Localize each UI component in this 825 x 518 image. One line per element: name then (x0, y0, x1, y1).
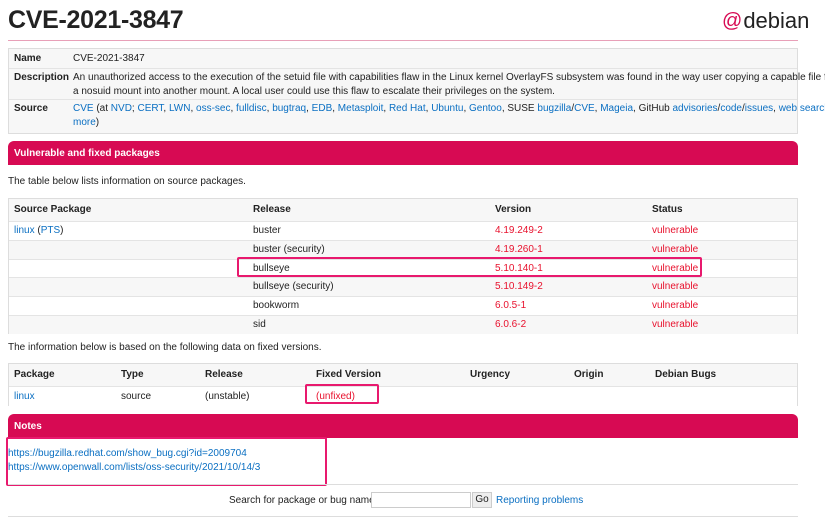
vuln-intro: The table below lists information on sou… (8, 176, 246, 187)
source-link[interactable]: Mageia (600, 103, 633, 114)
package-link[interactable]: linux (14, 388, 35, 406)
description-line-2: a nosuid mount into another mount. A loc… (73, 86, 555, 97)
col-header: Package (14, 369, 55, 380)
package-link[interactable]: linux (14, 225, 35, 236)
table-row: linux (PTS) buster 4.19.249-2 vulnerable (9, 221, 797, 240)
source-link[interactable]: CVE (73, 103, 94, 114)
version-cell: 6.0.5-1 (495, 300, 527, 312)
pts-link[interactable]: PTS (41, 225, 60, 236)
version-cell: 4.19.249-2 (495, 225, 543, 236)
go-button[interactable]: Go (472, 492, 492, 508)
status-cell: vulnerable (652, 319, 699, 330)
table-row: buster (security) 4.19.260-1 vulnerable (9, 239, 797, 259)
source-link[interactable]: Gentoo (469, 103, 502, 114)
release-cell: (unstable) (205, 391, 250, 402)
source-link[interactable]: fulldisc (236, 103, 267, 114)
divider (8, 484, 798, 485)
separator-text: , GitHub (633, 103, 673, 114)
col-header: Type (121, 369, 144, 380)
version-cell: 6.0.6-2 (495, 319, 527, 330)
source-link[interactable]: NVD (111, 103, 132, 114)
description-line-1: An unauthorized access to the execution … (73, 72, 825, 83)
status-cell: vulnerable (652, 281, 699, 293)
more-link[interactable]: more (73, 117, 96, 128)
source-link[interactable]: issues (745, 103, 773, 114)
reporting-problems-link[interactable]: Reporting problems (496, 495, 583, 506)
source-link[interactable]: Ubuntu (431, 103, 463, 114)
table-row: sid 6.0.6-2 vulnerable (9, 315, 797, 334)
debian-swirl-icon: @ (722, 9, 743, 32)
source-link[interactable]: Red Hat (389, 103, 426, 114)
source-link[interactable]: oss-sec (196, 103, 230, 114)
table-row: bookworm 6.0.5-1 vulnerable (9, 296, 797, 316)
table-row: bullseye (security) 5.10.149-2 vulnerable (9, 277, 797, 297)
search-input[interactable] (371, 492, 471, 508)
highlight-box (305, 384, 379, 404)
release-cell: bullseye (security) (253, 281, 334, 293)
fixed-intro: The information below is based on the fo… (8, 342, 322, 353)
source-link[interactable]: bugtraq (272, 103, 306, 114)
source-link[interactable]: CVE (574, 103, 595, 114)
col-header: Status (652, 204, 683, 215)
divider (8, 516, 798, 517)
col-header: Debian Bugs (655, 369, 717, 380)
release-cell: bookworm (253, 300, 300, 312)
source-link[interactable]: LWN (169, 103, 190, 114)
col-header: Urgency (470, 369, 511, 380)
debian-logo[interactable]: @ debian (722, 8, 809, 34)
separator-text: , SUSE (501, 103, 538, 114)
page-title: CVE-2021-3847 (8, 6, 184, 34)
cve-info-table: Name CVE-2021-3847 Description An unauthor… (8, 48, 825, 134)
source-link[interactable]: bugzilla (537, 103, 571, 114)
type-cell: source (121, 391, 152, 402)
notes-section-header: Notes (8, 414, 798, 438)
release-cell: buster (253, 225, 281, 236)
source-link[interactable]: CERT (137, 103, 163, 114)
highlight-box (6, 437, 327, 486)
col-header: Release (205, 369, 243, 380)
vulnerable-section-header: Vulnerable and fixed packages (8, 141, 798, 165)
search-label: Search for package or bug name: (229, 495, 378, 506)
divider (8, 40, 798, 41)
col-header: Version (495, 204, 532, 215)
version-cell: 5.10.149-2 (495, 281, 543, 293)
cve-name: CVE-2021-3847 (73, 53, 145, 64)
col-header: Origin (574, 369, 604, 380)
source-links: CVE (at NVD; CERT, LWN, oss-sec, fulldis… (73, 102, 825, 116)
source-link[interactable]: EDB (312, 103, 333, 114)
col-header: Release (253, 204, 291, 215)
col-header: Source Package (14, 204, 92, 215)
source-link[interactable]: advisories (673, 103, 718, 114)
name-label: Name (14, 53, 42, 64)
status-cell: vulnerable (652, 300, 699, 312)
separator-text: (at (93, 103, 111, 114)
source-link[interactable]: web search (779, 103, 825, 114)
source-link[interactable]: code (720, 103, 742, 114)
highlight-box (237, 257, 702, 277)
col-header: Fixed Version (316, 369, 382, 380)
release-cell: sid (253, 319, 266, 330)
description-label: Description (14, 72, 70, 83)
source-link[interactable]: Metasploit (338, 103, 384, 114)
status-cell: vulnerable (652, 225, 699, 236)
fixed-versions-table: Package Type Release Fixed Version Urgency Or… (8, 363, 798, 406)
source-label: Source (14, 103, 48, 114)
